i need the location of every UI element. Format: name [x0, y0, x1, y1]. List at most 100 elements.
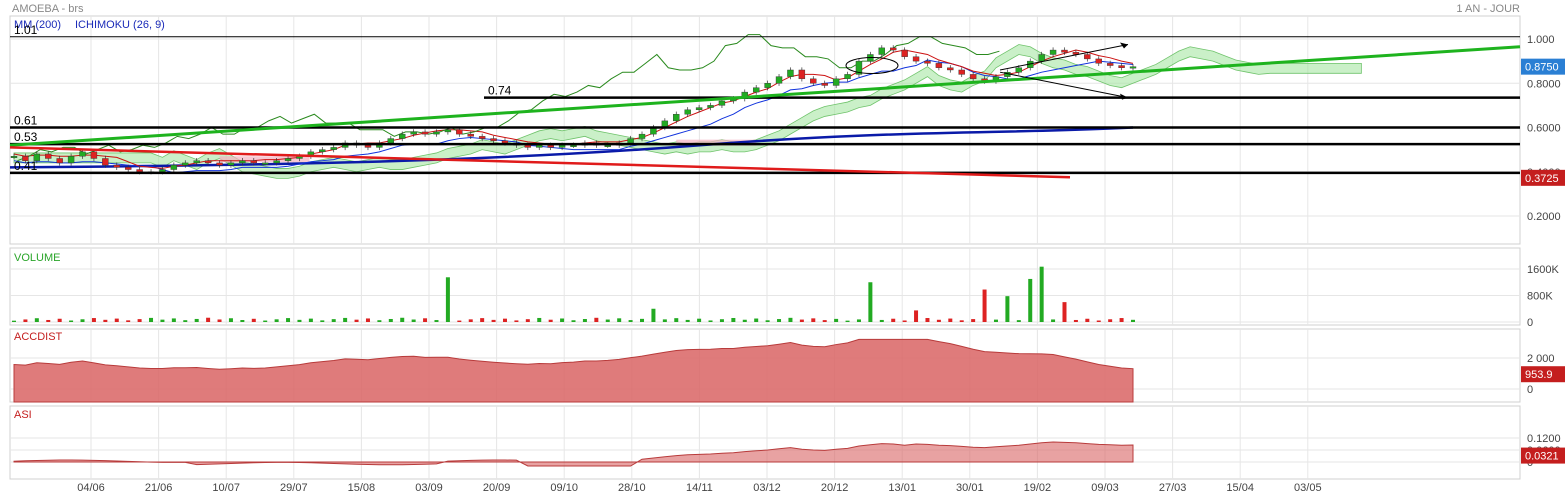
candle-body: [124, 167, 132, 170]
volume-bar: [879, 319, 884, 322]
y-tick-label: 1600K: [1527, 264, 1559, 276]
x-tick-label: 15/08: [348, 482, 376, 494]
asi-area: [13, 441, 1134, 467]
candle-body: [159, 169, 166, 172]
volume-bar: [137, 319, 142, 322]
candle-body: [947, 67, 954, 71]
candle-body: [1061, 49, 1068, 53]
x-tick-label: 28/10: [618, 482, 646, 494]
volume-bar: [788, 317, 793, 322]
candle-body: [364, 144, 372, 148]
candle-body: [1084, 54, 1091, 60]
x-tick-label: 27/03: [1159, 482, 1187, 494]
candle-body: [890, 47, 897, 51]
volume-bar: [400, 317, 405, 322]
volume-bar: [925, 318, 930, 322]
x-tick-label: 04/06: [77, 482, 105, 494]
volume-bar: [982, 289, 987, 322]
candle-body: [216, 162, 223, 166]
volume-bar: [126, 320, 131, 322]
candle-body: [752, 87, 760, 93]
candle-body: [901, 49, 908, 57]
volume-bar: [651, 308, 656, 322]
volume-bar: [23, 319, 28, 322]
candle-body: [524, 144, 532, 148]
volume-bar: [1073, 319, 1078, 322]
volume-bar: [708, 320, 713, 322]
candle-body: [1106, 63, 1114, 66]
volume-bar: [320, 320, 325, 322]
volume-bar: [662, 319, 667, 322]
volume-bar: [822, 320, 827, 322]
level-label: 0.61: [14, 114, 38, 128]
candle-body: [924, 60, 931, 64]
candle-body: [387, 138, 395, 144]
volume-bar: [617, 318, 622, 322]
volume-bar: [354, 319, 359, 322]
candle-body: [444, 129, 452, 133]
candle-body: [718, 100, 726, 106]
volume-bar: [228, 318, 233, 322]
candle-body: [10, 156, 18, 158]
volume-bar: [628, 320, 633, 322]
x-tick-label: 14/11: [686, 482, 713, 494]
y-tick-label: 0.1200: [1527, 433, 1561, 445]
stock-chart: 04/06 21/06 10/07 29/07 15/08 03/09 20/09 09/10…: [9, 15, 1565, 494]
trendline-green: [9, 45, 1521, 147]
volume-bar: [34, 318, 39, 322]
candle-body: [170, 164, 178, 170]
candle-body: [958, 69, 965, 75]
level-label: 0.41: [14, 159, 38, 173]
volume-bar: [434, 320, 439, 322]
candle-body: [319, 149, 326, 153]
candle-body: [250, 160, 257, 164]
candle-body: [878, 47, 885, 55]
x-tick-label: 20/12: [821, 482, 849, 494]
volume-bar: [343, 317, 348, 322]
volume-bar: [502, 318, 507, 322]
volume-bar: [914, 310, 919, 322]
x-tick-label: 10/07: [212, 482, 240, 494]
x-tick-label: 19/02: [1024, 482, 1052, 494]
volume-bar: [160, 319, 165, 322]
volume-bar: [742, 319, 747, 322]
candle-body: [1015, 67, 1023, 73]
accdist-area: [13, 338, 1134, 403]
volume-bar: [114, 318, 119, 322]
volume-bar: [365, 318, 370, 322]
candle-body: [558, 144, 566, 148]
x-tick-label: 13/01: [888, 482, 916, 494]
volume-bar: [856, 319, 861, 322]
volume-bar: [1062, 302, 1067, 322]
volume-bar: [868, 282, 873, 322]
y-tick-label: 0: [1527, 384, 1533, 396]
accdist-value: 953.9: [1525, 369, 1553, 381]
candle-body: [673, 114, 680, 122]
candle-body: [1049, 49, 1057, 55]
candle-body: [775, 76, 783, 84]
volume-bar: [12, 320, 16, 322]
candle-body: [467, 133, 474, 137]
candle-body: [935, 63, 943, 68]
volume-bar: [46, 319, 51, 322]
candle-body: [421, 131, 429, 135]
candle-body: [969, 74, 977, 80]
candle-body: [67, 156, 75, 164]
panel-frame-asi: [9, 405, 1521, 480]
last-price-value: 0.8750: [1525, 62, 1559, 74]
volume-bar: [1016, 320, 1021, 322]
volume-bar: [171, 318, 176, 322]
volume-bar: [377, 320, 382, 322]
candle-body: [45, 153, 52, 159]
volume-bar: [993, 319, 998, 322]
volume-bar: [297, 319, 302, 322]
volume-bar: [1119, 318, 1124, 322]
volume-bar: [274, 319, 279, 322]
candle-body: [239, 160, 246, 164]
candle-body: [844, 74, 851, 80]
volume-bar: [263, 320, 268, 322]
panel-frame-vol: [9, 247, 1521, 326]
candle-body: [102, 158, 109, 166]
volume-bar: [719, 319, 724, 322]
volume-bar: [891, 318, 896, 322]
